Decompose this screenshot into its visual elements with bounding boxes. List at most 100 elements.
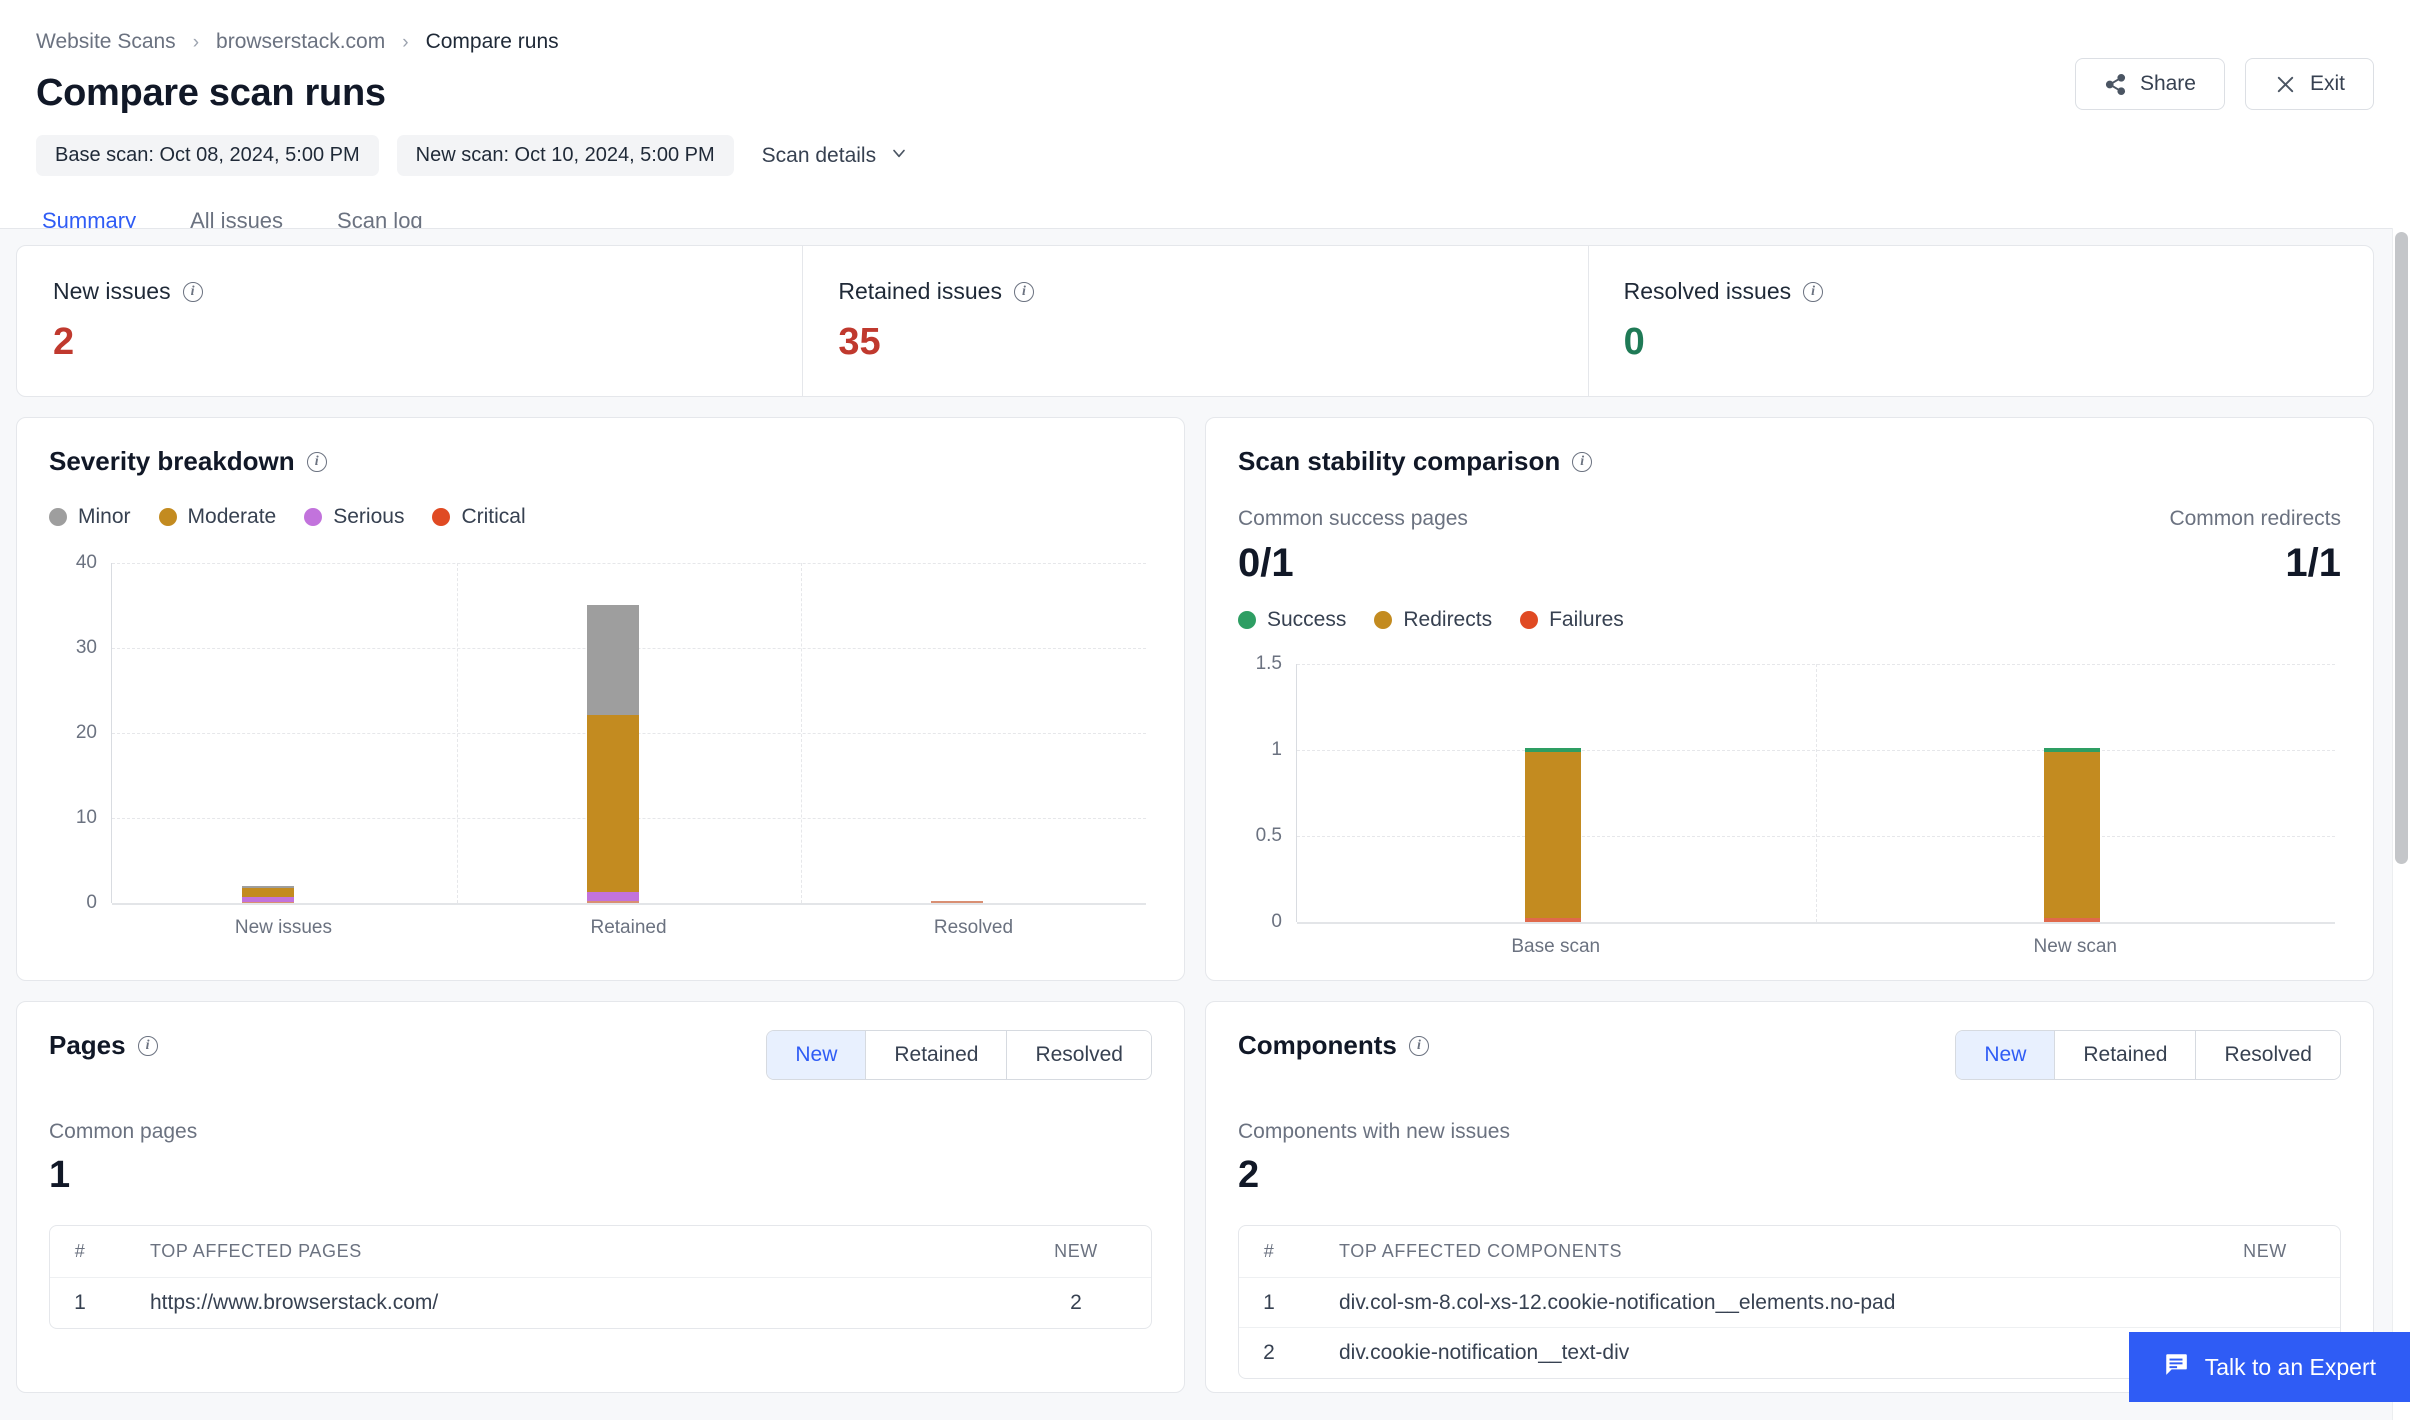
table-row[interactable]: 1 https://www.browserstack.com/ 2 <box>50 1278 1151 1328</box>
breadcrumb-item-compare-runs: Compare runs <box>426 30 559 54</box>
pages-title-row: Pages i <box>49 1030 158 1061</box>
legend-dot-critical <box>432 508 450 526</box>
x-tick-base-scan: Base scan <box>1511 936 1600 958</box>
table-header-row: # TOP AFFECTED PAGES NEW <box>50 1226 1151 1278</box>
bar-new-scan[interactable] <box>2044 748 2100 922</box>
components-filter-group: New Retained Resolved <box>1955 1030 2341 1080</box>
legend-dot-failures <box>1520 611 1538 629</box>
talk-to-expert-widget[interactable]: Talk to an Expert <box>2129 1332 2410 1402</box>
y-tick-20: 20 <box>49 722 97 744</box>
exit-button[interactable]: Exit <box>2245 58 2374 110</box>
legend-label-moderate: Moderate <box>188 505 277 529</box>
bar-new-issues[interactable] <box>242 886 294 903</box>
pages-row-count: 2 <box>1001 1291 1151 1315</box>
components-card-header: Components i New Retained Resolved <box>1238 1030 2341 1080</box>
legend-item-minor: Minor <box>49 505 131 529</box>
severity-plot-area <box>111 563 1146 903</box>
page-scrollbar-thumb[interactable] <box>2395 232 2408 864</box>
share-button[interactable]: Share <box>2075 58 2225 110</box>
detail-tables-row: Pages i New Retained Resolved Common pag… <box>16 1001 2374 1393</box>
breadcrumb-item-browserstack[interactable]: browserstack.com <box>216 30 385 54</box>
pages-row-index: 1 <box>50 1291 110 1315</box>
common-pages-label: Common pages <box>49 1120 1152 1144</box>
bar-segment-failures <box>2044 918 2100 922</box>
page-title: Compare scan runs <box>36 72 386 115</box>
x-axis-line <box>112 903 1146 905</box>
info-icon[interactable]: i <box>1572 452 1592 472</box>
bar-segment-moderate <box>587 715 639 892</box>
bar-retained[interactable] <box>587 605 639 903</box>
stat-resolved-issues-label-row: Resolved issues i <box>1624 278 2337 305</box>
stability-metrics: Common success pages 0/1 Common redirect… <box>1238 507 2341 586</box>
table-header-row: # TOP AFFECTED COMPONENTS NEW <box>1239 1226 2340 1278</box>
scan-details-dropdown[interactable]: Scan details <box>752 143 909 169</box>
severity-breakdown-title: Severity breakdown <box>49 446 295 477</box>
legend-label-minor: Minor <box>78 505 131 529</box>
bar-base-scan[interactable] <box>1525 748 1581 922</box>
x-tick-new-scan: New scan <box>2034 936 2117 958</box>
share-icon <box>2104 73 2127 96</box>
talk-to-expert-label: Talk to an Expert <box>2205 1354 2376 1381</box>
bar-segment-failures <box>1525 918 1581 922</box>
pages-card: Pages i New Retained Resolved Common pag… <box>16 1001 1185 1393</box>
y-tick-10: 10 <box>49 807 97 829</box>
dashboard-body: New issues i 2 Retained issues i 35 Reso… <box>0 228 2410 1420</box>
bar-resolved[interactable] <box>931 901 983 903</box>
chat-icon <box>2163 1351 2189 1383</box>
y-tick-0: 0 <box>49 892 97 914</box>
summary-stats-card: New issues i 2 Retained issues i 35 Reso… <box>16 245 2374 397</box>
share-button-label: Share <box>2140 72 2196 96</box>
info-icon[interactable]: i <box>1803 282 1823 302</box>
common-success-pages-label: Common success pages <box>1238 507 1468 531</box>
stability-legend: Success Redirects Failures <box>1238 608 2341 632</box>
components-title: Components <box>1238 1030 1397 1061</box>
legend-label-redirects: Redirects <box>1403 608 1492 632</box>
legend-dot-minor <box>49 508 67 526</box>
legend-dot-moderate <box>159 508 177 526</box>
scan-stability-title: Scan stability comparison <box>1238 446 1560 477</box>
info-icon[interactable]: i <box>1014 282 1034 302</box>
components-row-name[interactable]: div.col-sm-8.col-xs-12.cookie-notificati… <box>1299 1291 2190 1315</box>
title-row: Compare scan runs <box>36 72 2374 115</box>
x-tick-resolved: Resolved <box>934 917 1013 939</box>
pages-row-url[interactable]: https://www.browserstack.com/ <box>110 1291 1001 1315</box>
info-icon[interactable]: i <box>1409 1036 1429 1056</box>
components-filter-retained[interactable]: Retained <box>2055 1031 2196 1079</box>
common-redirects-label: Common redirects <box>2169 507 2341 531</box>
y-tick-0-5: 0.5 <box>1238 825 1282 847</box>
components-col-name: TOP AFFECTED COMPONENTS <box>1299 1241 2190 1262</box>
pages-filter-new[interactable]: New <box>767 1031 866 1079</box>
pages-filter-retained[interactable]: Retained <box>866 1031 1007 1079</box>
legend-dot-success <box>1238 611 1256 629</box>
pages-filter-resolved[interactable]: Resolved <box>1007 1031 1151 1079</box>
info-icon[interactable]: i <box>138 1036 158 1056</box>
breadcrumb-separator-icon: › <box>402 33 408 52</box>
components-filter-resolved[interactable]: Resolved <box>2196 1031 2340 1079</box>
components-row-index: 1 <box>1239 1291 1299 1315</box>
components-filter-new[interactable]: New <box>1956 1031 2055 1079</box>
info-icon[interactable]: i <box>183 282 203 302</box>
stat-retained-issues-label: Retained issues <box>838 278 1002 305</box>
scan-stability-card: Scan stability comparison i Common succe… <box>1205 417 2374 981</box>
bar-segment-moderate <box>242 888 294 897</box>
header-actions: Share Exit <box>2075 58 2374 110</box>
y-tick-0: 0 <box>1238 911 1282 933</box>
info-icon[interactable]: i <box>307 452 327 472</box>
breadcrumb-separator-icon: › <box>193 33 199 52</box>
stat-new-issues-value: 2 <box>53 321 766 364</box>
stat-resolved-issues-label: Resolved issues <box>1624 278 1791 305</box>
stat-resolved-issues-value: 0 <box>1624 321 2337 364</box>
table-row[interactable]: 1 div.col-sm-8.col-xs-12.cookie-notifica… <box>1239 1278 2340 1328</box>
scan-chips-row: Base scan: Oct 08, 2024, 5:00 PM New sca… <box>36 135 2374 176</box>
components-row-name[interactable]: div.cookie-notification__text-div <box>1299 1341 2190 1365</box>
gridline-40 <box>112 563 1146 564</box>
pages-table: # TOP AFFECTED PAGES NEW 1 https://www.b… <box>49 1225 1152 1329</box>
page-scrollbar[interactable] <box>2392 228 2410 1420</box>
x-tick-new-issues: New issues <box>235 917 332 939</box>
legend-item-serious: Serious <box>304 505 404 529</box>
common-redirects-value: 1/1 <box>2169 541 2341 586</box>
breadcrumb-item-website-scans[interactable]: Website Scans <box>36 30 176 54</box>
y-tick-40: 40 <box>49 552 97 574</box>
pages-col-new: NEW <box>1001 1241 1151 1262</box>
y-tick-1: 1 <box>1238 739 1282 761</box>
